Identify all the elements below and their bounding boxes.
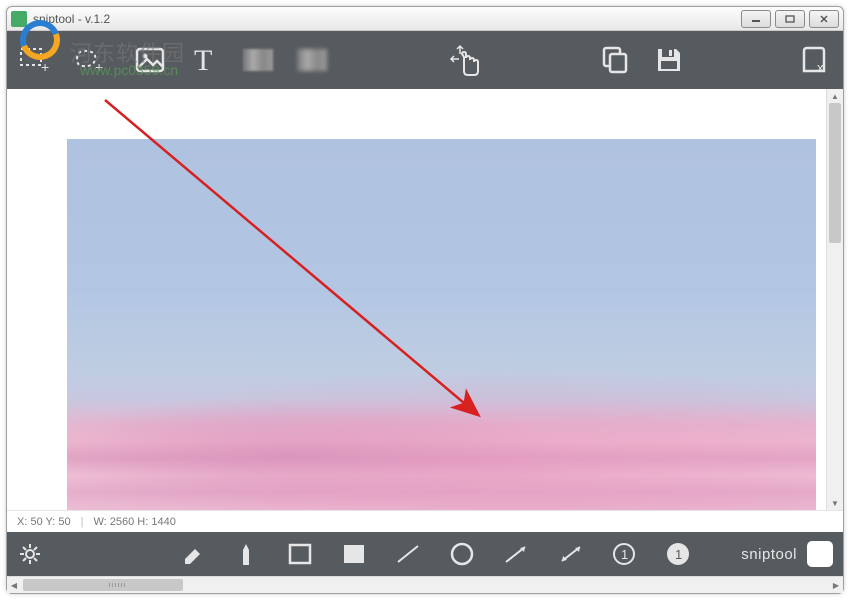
freeform-select-tool[interactable]: + bbox=[71, 43, 105, 77]
delete-icon[interactable]: x bbox=[799, 43, 833, 77]
pointer-icon[interactable] bbox=[442, 43, 486, 77]
settings-icon[interactable] bbox=[17, 541, 43, 567]
titlebar[interactable]: sniptool - v.1.2 bbox=[7, 7, 843, 31]
circle-icon[interactable] bbox=[449, 541, 475, 567]
line-icon[interactable] bbox=[395, 541, 421, 567]
double-arrow-icon[interactable] bbox=[557, 541, 583, 567]
scroll-down-icon[interactable]: ▼ bbox=[827, 496, 843, 510]
vertical-scrollbar[interactable]: ▲ ▼ bbox=[826, 89, 843, 510]
arrow-icon[interactable] bbox=[503, 541, 529, 567]
save-icon[interactable] bbox=[652, 43, 686, 77]
scroll-up-icon[interactable]: ▲ bbox=[827, 89, 843, 103]
statusbar: X: 50 Y: 50 | W: 2560 H: 1440 bbox=[7, 510, 843, 532]
rect-select-tool[interactable]: + bbox=[17, 43, 51, 77]
scroll-right-icon[interactable]: ▶ bbox=[829, 577, 843, 593]
text-tool-icon[interactable]: T bbox=[187, 43, 221, 77]
rect-fill-icon[interactable] bbox=[341, 541, 367, 567]
canvas-image bbox=[67, 139, 816, 510]
scroll-thumb-h[interactable] bbox=[23, 579, 183, 591]
svg-text:x: x bbox=[817, 60, 824, 75]
close-button[interactable] bbox=[809, 10, 839, 28]
scroll-thumb[interactable] bbox=[829, 103, 841, 243]
svg-text:1: 1 bbox=[675, 547, 682, 562]
number-stamp-fill-icon[interactable]: 1 bbox=[665, 541, 691, 567]
canvas-size-label: W: 2560 H: 1440 bbox=[93, 516, 175, 528]
copy-icon[interactable] bbox=[598, 43, 632, 77]
pixelate-tool-1-icon[interactable] bbox=[241, 43, 275, 77]
cursor-position-label: X: 50 Y: 50 bbox=[17, 516, 71, 528]
color-swatch[interactable] bbox=[807, 541, 833, 567]
window-title: sniptool - v.1.2 bbox=[33, 12, 737, 26]
image-icon[interactable] bbox=[133, 43, 167, 77]
content-area: ▲ ▼ bbox=[7, 89, 843, 510]
eraser-icon[interactable] bbox=[179, 541, 205, 567]
toolbar-bottom: 1 1 sniptool bbox=[7, 532, 843, 576]
svg-text:1: 1 bbox=[621, 547, 628, 562]
app-window: sniptool - v.1.2 + + T bbox=[6, 6, 844, 594]
app-icon bbox=[11, 11, 27, 27]
toolbar-top: + + T bbox=[7, 31, 843, 89]
brand-label: sniptool bbox=[741, 546, 797, 563]
pixelate-tool-2-icon[interactable] bbox=[295, 43, 329, 77]
horizontal-scrollbar[interactable]: ◀ ▶ bbox=[7, 576, 843, 593]
number-stamp-outline-icon[interactable]: 1 bbox=[611, 541, 637, 567]
scroll-left-icon[interactable]: ◀ bbox=[7, 577, 21, 593]
maximize-button[interactable] bbox=[775, 10, 805, 28]
minimize-button[interactable] bbox=[741, 10, 771, 28]
rect-outline-icon[interactable] bbox=[287, 541, 313, 567]
svg-text:T: T bbox=[194, 46, 212, 74]
pen-icon[interactable] bbox=[233, 541, 259, 567]
canvas-viewport[interactable] bbox=[7, 89, 826, 510]
svg-text:+: + bbox=[95, 59, 103, 73]
svg-text:+: + bbox=[41, 59, 49, 73]
